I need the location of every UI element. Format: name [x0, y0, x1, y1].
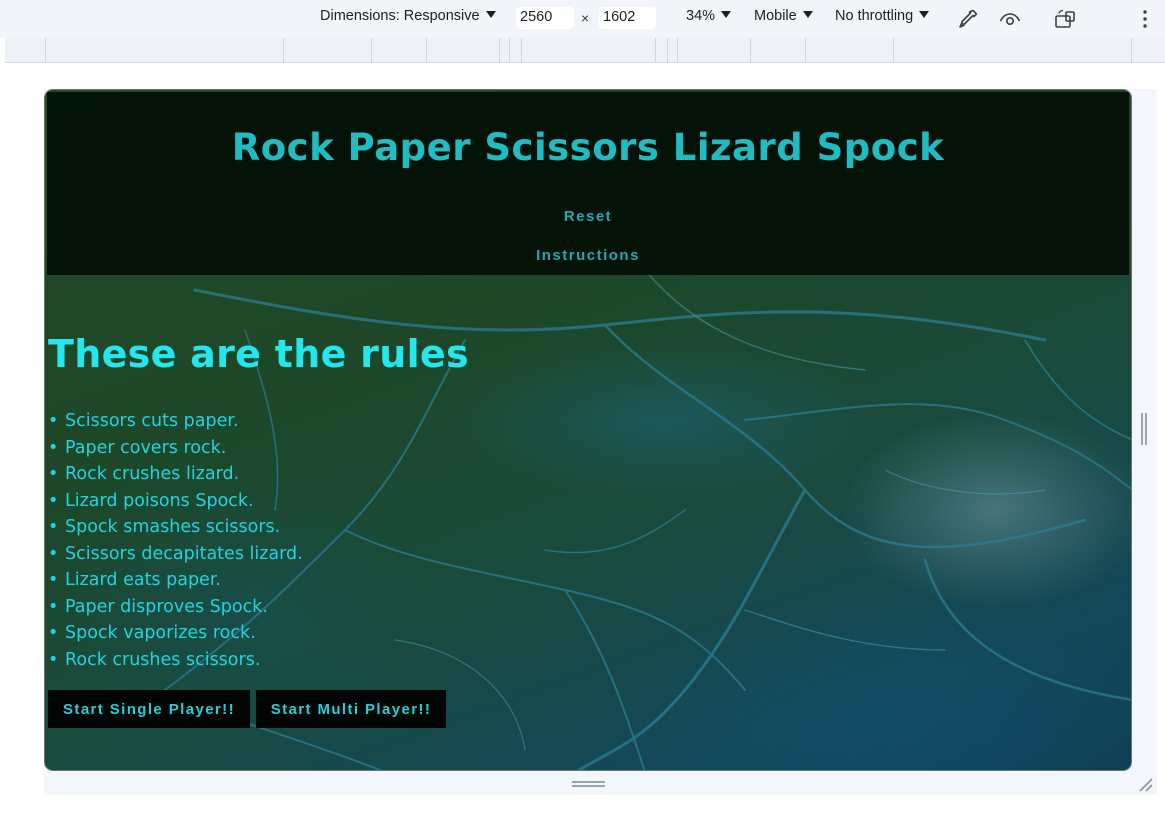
more-vert-icon[interactable] — [1133, 7, 1157, 31]
start-single-player-button[interactable]: Start Single Player!! — [48, 690, 250, 728]
bullet: • — [48, 490, 59, 511]
reset-link[interactable]: Reset — [47, 208, 1129, 225]
bullet: • — [48, 517, 59, 537]
list-item: • Paper covers rock. — [48, 435, 303, 462]
ruler-tick[interactable] — [499, 38, 500, 63]
viewport-resize-handle-right[interactable] — [1141, 413, 1147, 445]
ruler-tick[interactable] — [521, 38, 522, 63]
list-item: • Lizard poisons Spock. — [48, 488, 303, 515]
rule-text: Rock crushes lizard. — [65, 464, 240, 484]
rule-text: Spock vaporizes rock. — [65, 623, 256, 643]
list-item: • Spock smashes scissors. — [48, 514, 303, 541]
rules-list: • Scissors cuts paper. • Paper covers rock… — [48, 408, 303, 673]
list-item: • Paper disproves Spock. — [48, 594, 303, 621]
rule-text: Rock crushes scissors. — [65, 649, 261, 670]
bullet: • — [48, 570, 59, 590]
height-input[interactable]: 1602 — [599, 7, 656, 29]
chevron-down-icon — [919, 10, 930, 18]
dimensions-label: Dimensions: Responsive — [320, 8, 480, 24]
rule-text: Scissors decapitates lizard. — [65, 543, 303, 564]
list-item: • Rock crushes scissors. — [48, 647, 303, 674]
rule-text: Spock smashes scissors. — [65, 517, 281, 537]
viewport-resize-handle-bottom[interactable] — [572, 781, 605, 787]
ruler-tick[interactable] — [655, 38, 656, 63]
bullet: • — [48, 649, 59, 670]
list-item: • Scissors cuts paper. — [48, 408, 303, 435]
start-multi-player-button[interactable]: Start Multi Player!! — [256, 690, 446, 728]
device-type-dropdown[interactable]: Mobile — [754, 8, 813, 24]
instructions-link[interactable]: Instructions — [47, 247, 1129, 264]
bullet: • — [48, 437, 59, 458]
bullet: • — [48, 623, 59, 643]
rules-heading: These are the rules — [48, 332, 469, 376]
throttling-dropdown[interactable]: No throttling — [835, 8, 930, 24]
page-title: Rock Paper Scissors Lizard Spock — [231, 126, 945, 169]
list-item: • Spock vaporizes rock. — [48, 620, 303, 647]
ruler-tick[interactable] — [805, 38, 806, 63]
rule-text: Scissors cuts paper. — [65, 411, 239, 431]
list-item: • Rock crushes lizard. — [48, 461, 303, 488]
rule-text: Paper covers rock. — [65, 437, 227, 458]
rule-text: Paper disproves Spock. — [65, 596, 268, 617]
rule-text: Lizard eats paper. — [65, 570, 221, 590]
bullet: • — [48, 411, 59, 431]
chevron-down-icon — [485, 10, 496, 18]
ruler-tick[interactable] — [750, 38, 751, 63]
ruler-tick[interactable] — [677, 38, 678, 63]
emulated-page: Rock Paper Scissors Lizard Spock Reset I… — [44, 89, 1132, 771]
bullet: • — [48, 596, 59, 617]
throttling-label: No throttling — [835, 8, 914, 24]
ruler-tick[interactable] — [509, 38, 510, 63]
ruler-tick[interactable] — [371, 38, 372, 63]
rule-text: Lizard poisons Spock. — [65, 490, 254, 511]
ruler-tick[interactable] — [1131, 38, 1132, 63]
eye-icon[interactable] — [998, 7, 1022, 31]
list-item: • Lizard eats paper. — [48, 567, 303, 594]
resize-corner-icon[interactable] — [1136, 775, 1154, 793]
ruler-tick[interactable] — [283, 38, 284, 63]
device-type-label: Mobile — [754, 8, 797, 24]
list-item: • Scissors decapitates lizard. — [48, 541, 303, 568]
zoom-label: 34% — [686, 8, 716, 24]
ruler-tick[interactable] — [893, 38, 894, 63]
rotate-device-icon[interactable] — [1053, 7, 1077, 31]
chevron-down-icon — [721, 10, 732, 18]
ruler-tick[interactable] — [667, 38, 668, 63]
page-header: Rock Paper Scissors Lizard Spock Reset I… — [47, 92, 1129, 275]
times-symbol: × — [581, 10, 590, 26]
zoom-dropdown[interactable]: 34% — [686, 8, 732, 24]
eyedropper-icon[interactable] — [956, 7, 980, 31]
bullet: • — [48, 464, 59, 484]
media-query-ruler — [5, 38, 1165, 63]
ruler-tick[interactable] — [426, 38, 427, 63]
bullet: • — [48, 543, 59, 564]
chevron-down-icon — [802, 10, 813, 18]
ruler-tick[interactable] — [45, 38, 46, 63]
devtools-device-toolbar: Dimensions: Responsive 2560 × 1602 34% M… — [0, 0, 1165, 38]
dimensions-dropdown[interactable]: Dimensions: Responsive — [320, 8, 496, 24]
width-input[interactable]: 2560 — [516, 7, 574, 29]
